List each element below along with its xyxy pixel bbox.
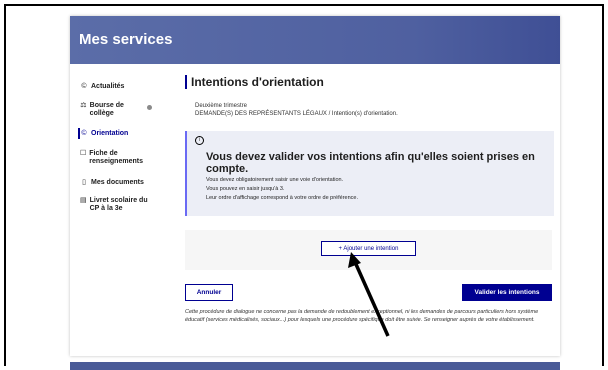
arrow-shaft: [353, 261, 390, 337]
pointer-arrow-icon: [348, 252, 390, 337]
arrow-head: [348, 252, 361, 268]
